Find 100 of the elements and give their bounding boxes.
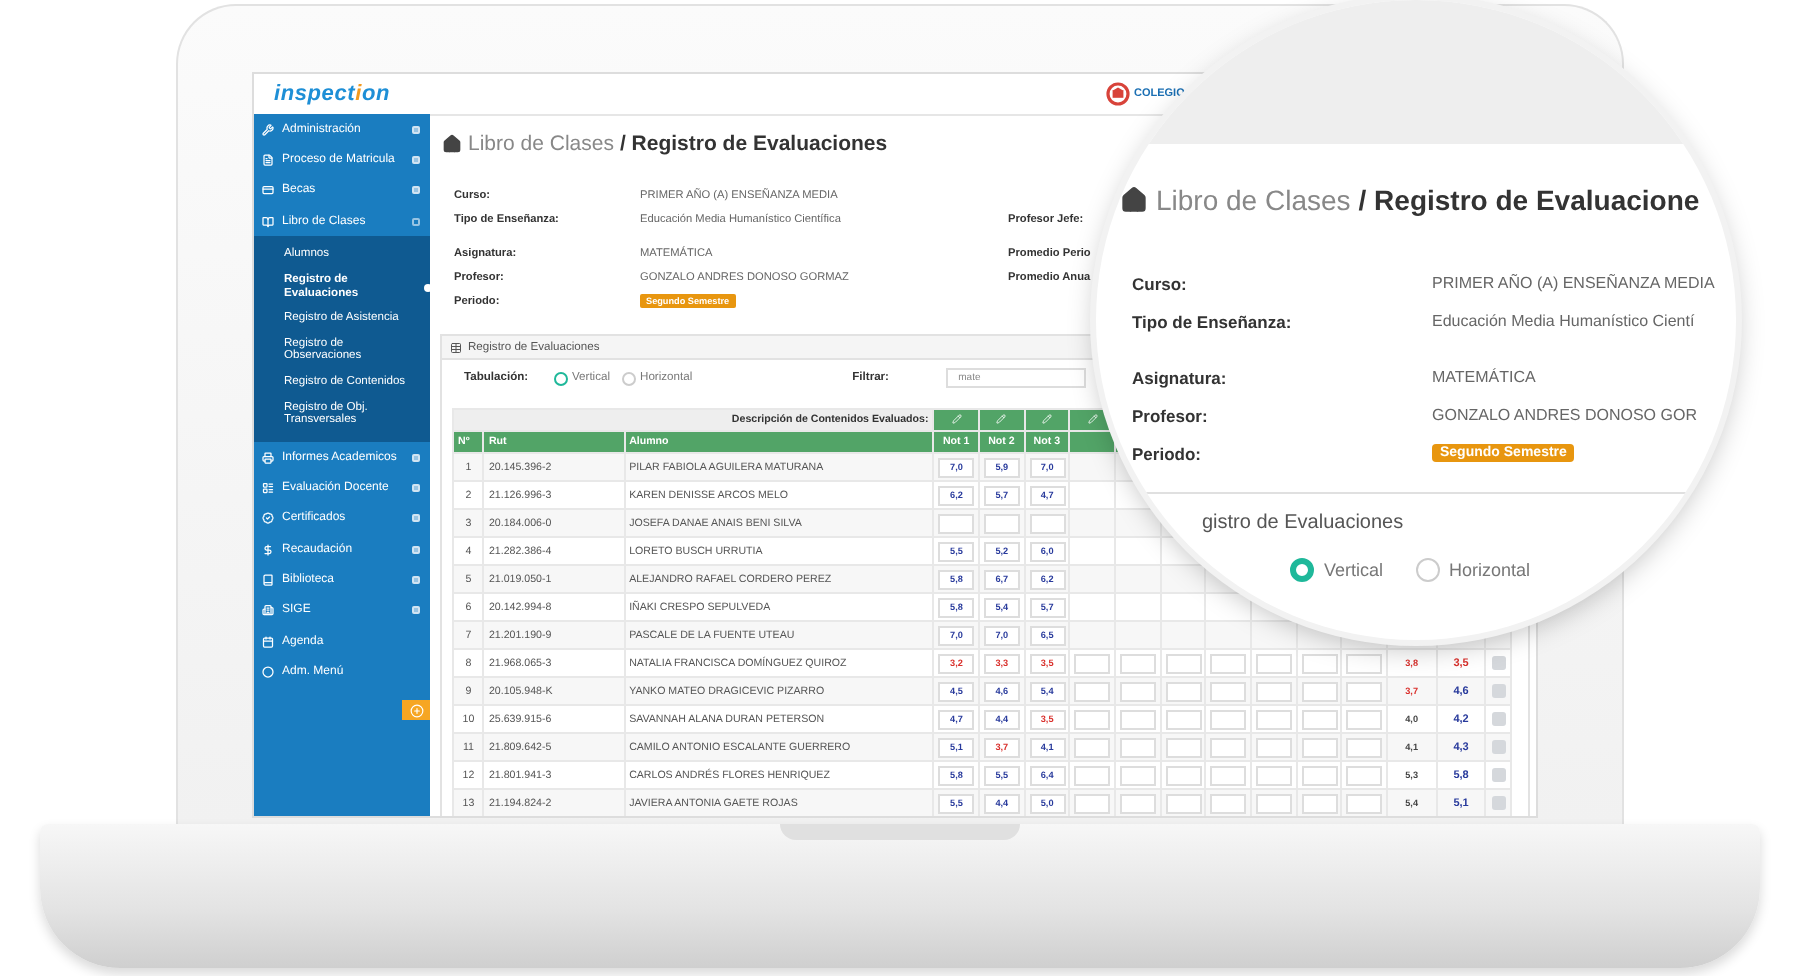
page-title: / Registro de Evaluacione	[1358, 184, 1700, 216]
school-emblem-icon	[1106, 82, 1130, 106]
field-value: Educación Media Humanístico Cientí	[1432, 312, 1697, 330]
field-value: MATEMÁTICA	[1432, 368, 1538, 386]
edit-icon[interactable]	[1087, 413, 1098, 423]
expand-icon	[412, 514, 420, 523]
expand-icon	[412, 484, 420, 493]
menu-icon	[262, 482, 274, 495]
grade-field[interactable]	[1074, 709, 1111, 729]
grade-field[interactable]	[1301, 737, 1338, 757]
grade-field[interactable]	[1210, 653, 1247, 673]
field-label: Profesor:	[1132, 405, 1210, 425]
expand-icon	[412, 186, 420, 195]
home-icon	[1120, 186, 1148, 214]
edit-icon[interactable]	[1041, 413, 1052, 423]
row-checkbox[interactable]	[1491, 656, 1506, 670]
grade-field[interactable]	[1255, 709, 1292, 729]
grade-field[interactable]	[1210, 709, 1247, 729]
grade-field[interactable]	[1074, 653, 1111, 673]
grade-field[interactable]	[1074, 681, 1111, 701]
app-logo: inspection	[274, 82, 391, 106]
grade-field[interactable]	[1346, 653, 1383, 673]
add-button[interactable]	[402, 700, 430, 721]
grade-field[interactable]	[1119, 737, 1156, 757]
menu-icon	[262, 451, 274, 464]
grade-field[interactable]	[1346, 793, 1383, 813]
grade-field[interactable]	[1119, 793, 1156, 813]
edit-icon[interactable]	[996, 413, 1007, 423]
grade-field[interactable]	[1119, 765, 1156, 785]
grade-field[interactable]	[1210, 737, 1247, 757]
grade-field[interactable]	[1301, 709, 1338, 729]
grade-field[interactable]	[1346, 681, 1383, 701]
grade-field[interactable]	[1301, 681, 1338, 701]
grade-field[interactable]	[1074, 793, 1111, 813]
row-checkbox[interactable]	[1491, 768, 1506, 782]
field-label: Curso:	[1132, 273, 1189, 293]
menu-icon	[262, 543, 274, 556]
grade-field[interactable]	[983, 513, 1020, 533]
row-checkbox[interactable]	[1491, 796, 1506, 810]
grade-field[interactable]	[1165, 793, 1202, 813]
plus-icon	[409, 703, 423, 718]
row-checkbox[interactable]	[1491, 712, 1506, 726]
grade-field[interactable]	[1119, 653, 1156, 673]
menu-icon	[262, 184, 274, 197]
grade-field[interactable]	[1165, 737, 1202, 757]
menu-icon	[262, 215, 274, 228]
field-label: Tipo de Enseñanza:	[1132, 311, 1294, 331]
row-checkbox[interactable]	[1491, 684, 1506, 698]
grade-field[interactable]	[1210, 681, 1247, 701]
grade-field[interactable]	[1074, 737, 1111, 757]
grade-field[interactable]	[1255, 765, 1292, 785]
field-label: Periodo:	[1132, 443, 1203, 463]
field-label: Asignatura:	[1132, 367, 1229, 387]
grade-field[interactable]	[1165, 765, 1202, 785]
page-title: / Registro de Evaluaciones	[619, 132, 888, 156]
expand-icon	[412, 453, 420, 462]
grade-field[interactable]	[1165, 681, 1202, 701]
grade-field[interactable]	[1074, 765, 1111, 785]
expand-icon	[412, 606, 420, 615]
grade-field[interactable]	[1255, 793, 1292, 813]
field-value: PRIMER AÑO (A) ENSEÑANZA MEDIA	[1432, 274, 1717, 292]
home-icon	[442, 134, 462, 154]
grade-field[interactable]	[938, 513, 975, 533]
menu-icon	[262, 123, 274, 136]
menu-icon	[262, 512, 274, 525]
expand-icon	[412, 545, 420, 554]
grade-field[interactable]	[1210, 793, 1247, 813]
grade-field[interactable]	[1301, 765, 1338, 785]
panel-title: gistro de Evaluaciones	[1202, 512, 1406, 534]
table-icon	[450, 341, 462, 353]
grade-field[interactable]	[1210, 765, 1247, 785]
edit-icon[interactable]	[951, 413, 962, 423]
grade-field[interactable]	[1346, 709, 1383, 729]
grade-field[interactable]	[1119, 681, 1156, 701]
breadcrumb-link[interactable]: Libro de Clases	[1156, 184, 1351, 216]
radio-option[interactable]: Vertical	[1290, 558, 1384, 582]
menu-icon	[262, 665, 274, 678]
row-checkbox[interactable]	[1491, 740, 1506, 754]
menu-icon	[262, 573, 274, 586]
grade-field[interactable]	[1165, 709, 1202, 729]
expand-icon	[412, 575, 420, 584]
grade-field[interactable]	[1346, 765, 1383, 785]
menu-icon	[262, 153, 274, 166]
field-value: GONZALO ANDRES DONOSO GOR	[1432, 406, 1699, 424]
grade-field[interactable]	[1165, 653, 1202, 673]
expand-icon	[412, 217, 420, 226]
grade-field[interactable]	[1346, 737, 1383, 757]
menu-icon	[262, 635, 274, 648]
grade-field[interactable]	[1029, 513, 1066, 533]
grade-field[interactable]	[1255, 737, 1292, 757]
grade-field[interactable]	[1255, 681, 1292, 701]
radio-option[interactable]: Horizontal	[1415, 558, 1531, 582]
breadcrumb-link[interactable]: Libro de Clases	[468, 132, 614, 156]
grade-field[interactable]	[1301, 793, 1338, 813]
menu-icon	[262, 604, 274, 617]
grade-field[interactable]	[1301, 653, 1338, 673]
grade-field[interactable]	[1119, 709, 1156, 729]
expand-icon	[412, 155, 420, 164]
grade-field[interactable]	[1255, 653, 1292, 673]
expand-icon	[412, 125, 420, 134]
